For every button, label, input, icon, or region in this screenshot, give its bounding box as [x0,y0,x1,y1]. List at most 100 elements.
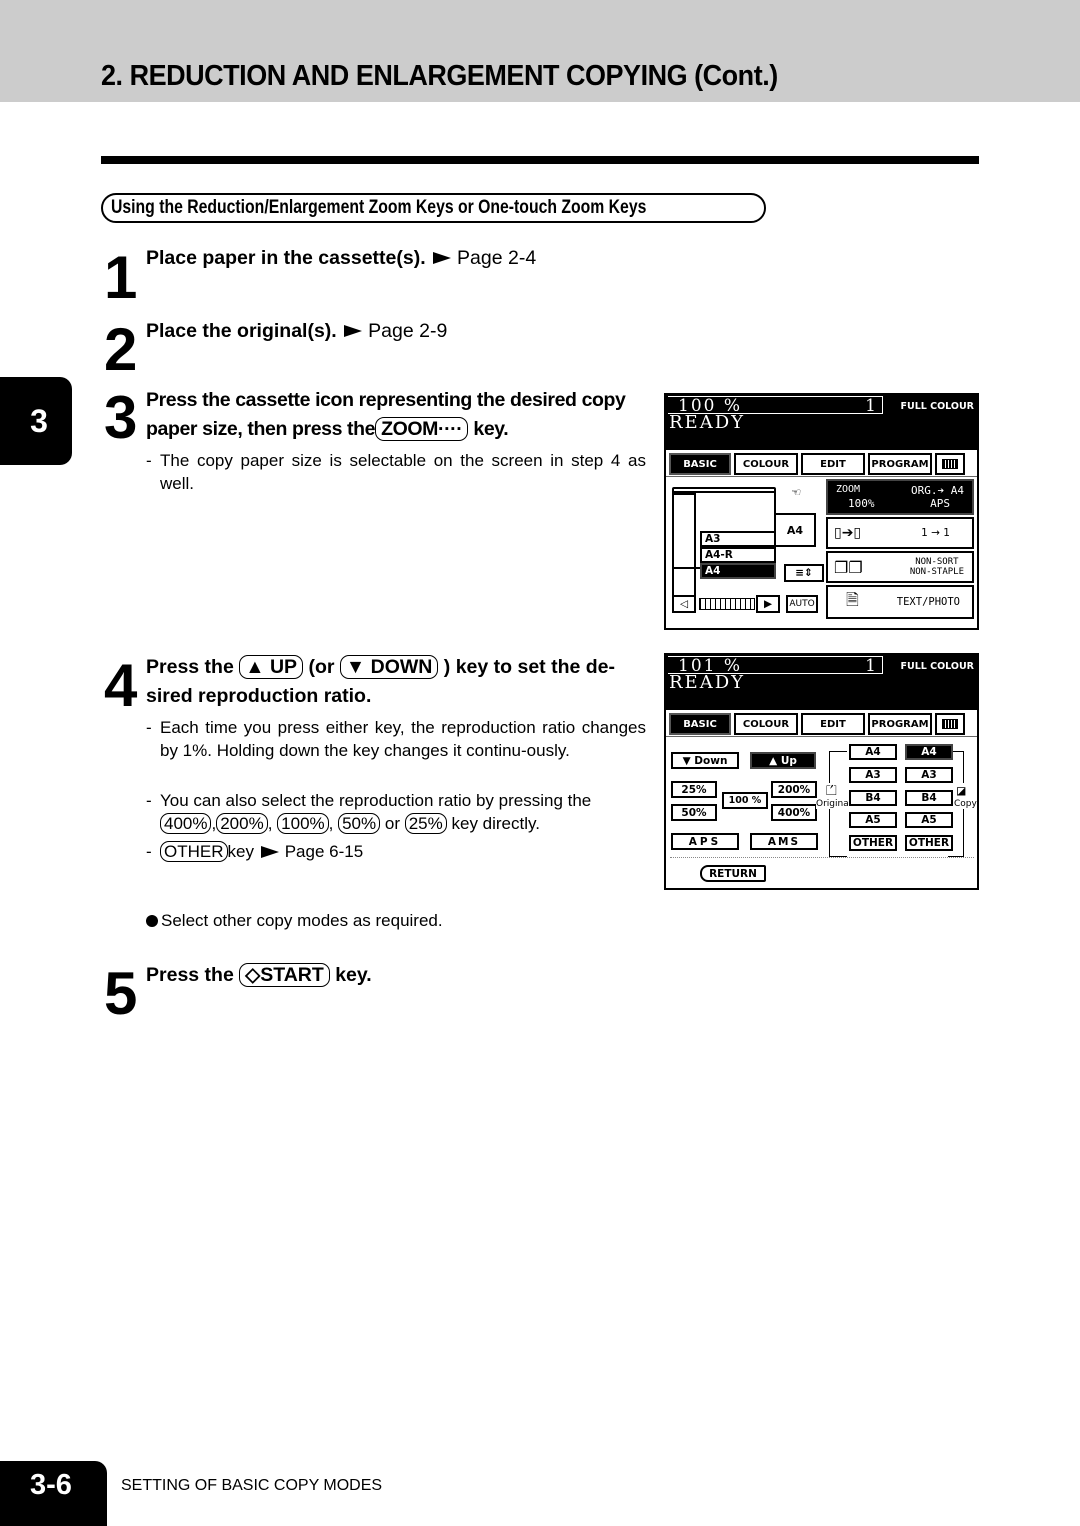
step-3-title: Press the cassette icon representing the… [146,386,626,444]
step-number-2: 2 [104,316,138,383]
lcd-status-bar: 100 % 1 FULL COLOUR READY [666,395,977,450]
cassette-a4-selected[interactable]: A4 [700,563,776,579]
duplex-button[interactable]: ▯➔▯ 1 → 1 [826,517,974,549]
step-4-note-1-text: Each time you press either key, the repr… [160,718,646,760]
tab-basic[interactable]: BASIC [669,713,731,735]
ams-button[interactable]: AMS [750,833,818,850]
lcd-ready-status: READY [669,412,746,433]
zoom-button[interactable]: ZOOM ORG.➔ A4 100% APS [826,479,974,515]
page-ref-arrow-icon [260,845,279,858]
lcd-colour-mode: FULL COLOUR [900,401,975,412]
cassette-bypass-a4[interactable]: A4 [774,513,816,547]
page-number: 3-6 [0,1461,107,1526]
key-200: 200% [216,813,268,834]
note-2-pre: You can also select the reproduction rat… [160,791,592,810]
preset-100-button[interactable]: 100 % [722,792,768,809]
step-2-page-ref: Page 2-9 [368,320,448,342]
other-page-ref: Page 6-15 [284,842,364,861]
auto-density-button[interactable]: AUTO [786,595,818,613]
copy-size-a5[interactable]: A5 [905,812,953,828]
control-panel-screen-basic: 100 % 1 FULL COLOUR READY BASIC COLOUR E… [664,393,979,630]
key-50: 50% [338,813,381,834]
preset-25-button[interactable]: 25% [671,781,717,798]
down-key: ▼ DOWN [339,655,439,679]
zoom-value: 100% [848,497,875,510]
step-1-page-ref: Page 2-4 [457,247,537,269]
preset-400-button[interactable]: 400% [771,804,817,821]
step-4-text: Press the [146,656,234,678]
cassette-a4r[interactable]: A4-R [700,547,776,563]
tab-program[interactable]: PROGRAM [868,453,932,475]
original-size-other[interactable]: OTHER [849,835,897,851]
left-arrow-icon: ◁ [679,598,689,610]
step-5-title: Press the ◇START key. [146,961,372,990]
lcd-status-bar: 101 % 1 FULL COLOUR READY [666,655,977,710]
tab-colour[interactable]: COLOUR [734,713,798,735]
tab-basic[interactable]: BASIC [669,453,731,475]
text-photo-icon: 🗎 [846,589,859,609]
step-4-note-2: - You can also select the reproduction ra… [146,789,646,835]
section-subheading: Using the Reduction/Enlargement Zoom Key… [101,193,767,223]
sort-icon: ❐❐ [834,557,863,577]
lcd-tab-bar: BASIC COLOUR EDIT PROGRAM [666,450,977,477]
step-4-or: (or [308,656,335,678]
footer-section-title: SETTING OF BASIC COPY MODES [121,1477,383,1494]
tab-edit[interactable]: EDIT [801,453,865,475]
original-size-a3[interactable]: A3 [849,767,897,783]
title-rule [101,156,979,164]
lighter-button[interactable]: ◁ [672,595,696,613]
right-arrow-icon: ▶ [763,598,773,610]
density-scale [699,598,755,610]
bullet-note-text: Select other copy modes as required. [161,911,443,930]
copy-size-other[interactable]: OTHER [905,835,953,851]
image-mode-button[interactable]: 🗎 TEXT/PHOTO [826,585,974,619]
step-4-note-3: - OTHER key Page 6-15 [146,840,646,863]
copy-size-b4[interactable]: B4 [905,790,953,806]
tab-colour[interactable]: COLOUR [734,453,798,475]
original-size-a5[interactable]: A5 [849,812,897,828]
step-number-4: 4 [104,652,138,719]
step-4-note-3-text: OTHER key Page 6-15 [146,840,646,863]
sort-button[interactable]: ❐❐ NON-SORT NON-STAPLE [826,551,974,583]
preset-200-button[interactable]: 200% [771,781,817,798]
step-4-title: Press the ▲ UP (or ▼ DOWN ) key to set t… [146,653,615,711]
tab-menu[interactable] [935,713,965,735]
copy-paper-icon: ◪ [957,783,966,799]
tab-menu[interactable] [935,453,965,475]
page-title: 2. REDUCTION AND ENLARGEMENT COPYING (Co… [101,60,778,92]
cassette-a3[interactable]: A3 [700,531,776,547]
lcd-tab-bar: BASIC COLOUR EDIT PROGRAM [666,710,977,737]
copy-label: Copy [954,799,977,809]
original-size-a4[interactable]: A4 [849,744,897,760]
return-button[interactable]: RETURN [700,865,766,882]
zoom-row-2: 100% APS [828,497,972,510]
bullet-note: Select other copy modes as required. [146,911,443,931]
lcd-colour-mode: FULL COLOUR [900,661,975,672]
darker-button[interactable]: ▶ [756,595,780,613]
tab-program[interactable]: PROGRAM [868,713,932,735]
aps-label: APS [930,497,950,510]
staple-label: NON-STAPLE [909,567,964,577]
lcd-ready-status: READY [669,672,746,693]
zoom-up-button[interactable]: ▲ Up [750,752,816,769]
step-1-title: Place paper in the cassette(s). Page 2-4 [146,244,536,273]
preset-50-button[interactable]: 50% [671,804,717,821]
copy-size-a3[interactable]: A3 [905,767,953,783]
paper-select-button[interactable]: ≡⇕ [784,564,824,582]
tab-edit[interactable]: EDIT [801,713,865,735]
other-key: OTHER [160,841,228,862]
up-key: ▲ UP [239,655,304,679]
copier-side [672,493,696,603]
hand-icon: ☜ [792,485,801,501]
original-size-b4[interactable]: B4 [849,790,897,806]
zoom-down-button[interactable]: ▼ Down [671,752,739,769]
page-ref-arrow-icon [344,324,363,337]
step-3-note-text: The copy paper size is selectable on the… [160,451,646,493]
copy-size-a4[interactable]: A4 [905,744,953,760]
step-3-line2: paper size, then press the ZOOM···· key. [146,415,626,444]
aps-button[interactable]: APS [671,833,739,850]
zoom-key: ZOOM···· [375,417,469,441]
menu-icon [942,459,958,469]
page-ref-arrow-icon [433,251,452,264]
note-2-or: or [384,814,400,833]
